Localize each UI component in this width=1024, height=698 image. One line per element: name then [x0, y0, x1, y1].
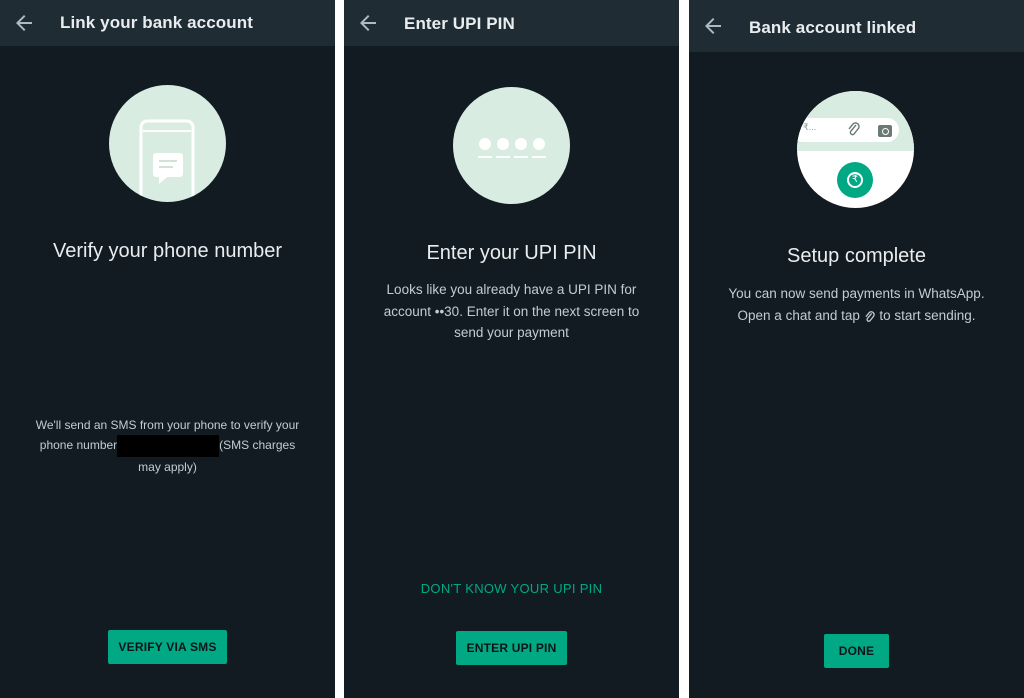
back-arrow-icon[interactable] [12, 11, 36, 35]
screen-enter-upi-pin: Enter UPI PIN Enter your UPI PIN Looks l… [344, 0, 679, 698]
rupee-icon: ₹ [837, 162, 873, 198]
verify-via-sms-button[interactable]: VERIFY VIA SMS [108, 630, 227, 664]
upi-pin-info-text: Looks like you already have a UPI PIN fo… [383, 282, 640, 340]
redacted-phone-number [117, 435, 220, 457]
back-arrow-icon[interactable] [701, 14, 725, 38]
screen-link-bank-account: Link your bank account Verify your phone… [0, 0, 335, 698]
setup-complete-text: You can now send payments in WhatsApp. O… [707, 283, 1006, 326]
app-bar: Link your bank account [0, 0, 335, 46]
camera-icon [878, 125, 892, 137]
screen-bank-account-linked: Bank account linked ₹... ₹ Setup complet… [689, 0, 1024, 698]
app-bar: Bank account linked [689, 0, 1024, 52]
back-arrow-icon[interactable] [356, 11, 380, 35]
setup-line-2: Open a chat and tap to start sending. [707, 305, 1006, 327]
screen-heading: Verify your phone number [52, 240, 283, 262]
illustration-field-text: ₹... [803, 122, 817, 132]
pin-dots-icon [453, 87, 570, 204]
screen-heading: Setup complete [787, 245, 926, 267]
attach-paperclip-icon [847, 122, 861, 138]
dont-know-upi-pin-link[interactable]: DON'T KNOW YOUR UPI PIN [344, 581, 679, 596]
done-button[interactable]: DONE [824, 634, 889, 668]
chat-payment-illustration: ₹... ₹ [797, 91, 914, 208]
sms-info-text: We'll send an SMS from your phone to ver… [30, 415, 305, 477]
app-bar: Enter UPI PIN [344, 0, 679, 46]
phone-message-icon [109, 85, 226, 202]
setup-line-2-before: Open a chat and tap [737, 307, 860, 323]
page-title: Link your bank account [60, 13, 254, 32]
page-title: Enter UPI PIN [404, 14, 515, 33]
enter-upi-pin-button[interactable]: ENTER UPI PIN [456, 631, 567, 665]
setup-line-1: You can now send payments in WhatsApp. [728, 286, 985, 301]
setup-line-2-after: to start sending. [879, 307, 976, 323]
attach-paperclip-icon [864, 309, 876, 323]
screen-heading: Enter your UPI PIN [426, 242, 597, 264]
page-title: Bank account linked [749, 18, 917, 37]
